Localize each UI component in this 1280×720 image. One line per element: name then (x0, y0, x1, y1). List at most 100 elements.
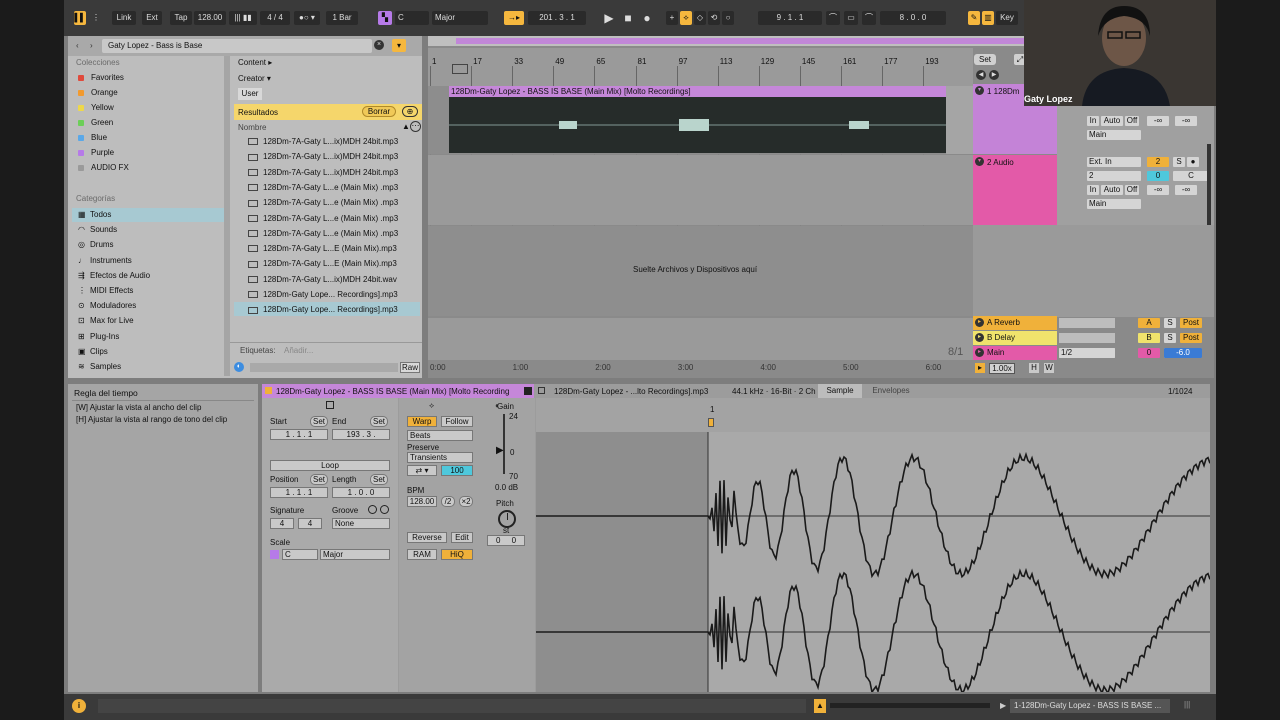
groove-commit-icon[interactable] (380, 505, 389, 514)
stop-icon[interactable]: ■ (621, 11, 635, 25)
punch-in-icon[interactable]: ⌒ (826, 11, 840, 25)
return-fold-icon[interactable]: ▸ (975, 348, 984, 357)
t2-send-a[interactable]: -∞ (1147, 185, 1169, 195)
track2-header[interactable]: ▾ 2 Audio (973, 155, 1057, 225)
collection-item[interactable]: AUDIO FX (78, 161, 129, 175)
tags-input[interactable]: Añadir... (284, 346, 313, 355)
hiq-button[interactable]: HiQ (441, 549, 473, 560)
tab-envelopes[interactable]: Envelopes (868, 384, 914, 398)
category-item[interactable]: ⇶ Efectos de Audio (78, 269, 150, 283)
session-record-icon[interactable]: ◇ (694, 11, 706, 25)
key-select[interactable]: C (395, 11, 429, 25)
filter-icon[interactable]: ▾ (392, 39, 406, 52)
t1-send-b[interactable]: -∞ (1175, 116, 1197, 126)
return-track-header[interactable]: ▸ A Reverb (973, 316, 1057, 330)
return-track-header[interactable]: ▸ B Delay (973, 331, 1057, 345)
name-column-header[interactable]: Nombre (238, 123, 266, 132)
collection-item[interactable]: Orange (78, 86, 118, 100)
link-button[interactable]: Link (112, 11, 136, 25)
loop-length-field[interactable]: 8 . 0 . 0 (880, 11, 946, 25)
t1-send-a[interactable]: -∞ (1147, 116, 1169, 126)
sig-numerator[interactable]: 4 (270, 518, 294, 529)
track2-fold-icon[interactable]: ▾ (975, 157, 984, 166)
beat-ruler[interactable] (428, 48, 973, 86)
t2-input[interactable]: Ext. In (1087, 157, 1141, 167)
groove-select[interactable]: None (332, 518, 390, 529)
t2-auto[interactable]: Auto (1101, 185, 1123, 195)
view-toggle-icon[interactable]: ▌▌ (74, 11, 86, 25)
return-post[interactable]: Post (1180, 318, 1202, 328)
category-item[interactable]: ⋮ MIDI Effects (78, 284, 133, 298)
file-item[interactable]: 128Dm-7A-Gaty L...ix)MDH 24bit.mp3 (248, 149, 408, 164)
user-filter-tag[interactable]: User (238, 88, 262, 100)
end-field[interactable]: 193 . 3 . (332, 429, 390, 440)
loop-brace-icon[interactable] (452, 64, 468, 74)
preview-waveform[interactable] (250, 363, 398, 372)
meters-icon[interactable]: ||| (1184, 700, 1190, 709)
gain-thumb-icon[interactable]: ▶ (496, 445, 504, 456)
return-letter[interactable]: A (1138, 318, 1160, 328)
menu-icon[interactable]: ⋮ (92, 11, 98, 25)
file-item[interactable]: 128Dm-7A-Gaty L...E (Main Mix).mp3 (248, 241, 408, 256)
file-item[interactable]: 128Dm-7A-Gaty L...e (Main Mix) .mp3 (248, 180, 408, 195)
overdub-icon[interactable]: + (666, 11, 678, 25)
half-tempo-button[interactable]: /2 (441, 496, 455, 507)
double-tempo-button[interactable]: ×2 (459, 496, 473, 507)
start-set[interactable]: Set (310, 416, 328, 427)
t2-output[interactable]: Main (1087, 199, 1141, 209)
file-item[interactable]: 128Dm-7A-Gaty L...e (Main Mix) .mp3 (248, 195, 408, 210)
follow-button[interactable]: Follow (441, 416, 473, 427)
drop-area[interactable]: Suelte Archivos y Dispositivos aquí (428, 226, 973, 316)
t2-pan-c[interactable]: C (1173, 171, 1209, 181)
tempo-nudge-icon[interactable]: ||| ▮▮ (229, 11, 257, 25)
t2-in[interactable]: In (1087, 185, 1099, 195)
tap-tempo-button[interactable]: Tap (170, 11, 192, 25)
return-post[interactable]: Post (1180, 333, 1202, 343)
record-icon[interactable]: ● (640, 11, 654, 25)
set-locator-button[interactable]: Set (974, 54, 996, 65)
follow-icon[interactable]: →▸ (504, 11, 524, 25)
ram-button[interactable]: RAM (407, 549, 437, 560)
arrangement-position[interactable]: 201 . 3 . 1 (528, 11, 586, 25)
groove-icon[interactable] (368, 505, 377, 514)
clear-search-icon[interactable]: × (374, 40, 384, 50)
draw-mode-icon[interactable]: ✎ (968, 11, 980, 25)
warp-button[interactable]: Warp (407, 416, 437, 427)
category-item[interactable]: ⊞ Plug-Ins (78, 330, 119, 344)
t1-auto[interactable]: Auto (1101, 116, 1123, 126)
t2-pan[interactable]: 0 (1147, 171, 1169, 181)
position-set[interactable]: Set (310, 474, 328, 485)
sidebar-scrollbar[interactable] (224, 56, 230, 376)
sig-denominator[interactable]: 4 (298, 518, 322, 529)
collection-item[interactable]: Green (78, 116, 113, 130)
info-icon[interactable]: i (72, 699, 86, 713)
t2-off[interactable]: Off (1125, 185, 1139, 195)
key-map-button[interactable]: Key (996, 11, 1018, 25)
h-icon[interactable]: H (1029, 363, 1039, 373)
prev-locator-icon[interactable]: ◀ (976, 70, 986, 80)
category-item[interactable]: ◠ Sounds (78, 223, 117, 237)
category-item[interactable]: ▣ Clips (78, 345, 108, 359)
clip-save-icon[interactable] (524, 387, 532, 395)
return-fold-icon[interactable]: ▸ (975, 333, 984, 342)
return-letter[interactable]: B (1138, 333, 1160, 343)
punch-out-icon[interactable]: ⌒ (862, 11, 876, 25)
envelope-value[interactable]: 100 (441, 465, 473, 476)
preview-icon[interactable]: ◐ (234, 362, 244, 372)
creator-filter[interactable]: Creator ▾ (238, 74, 271, 83)
loop-icon[interactable]: ▭ (844, 11, 858, 25)
file-item[interactable]: 128Dm-7A-Gaty L...e (Main Mix) .mp3 (248, 211, 408, 226)
add-results-icon[interactable]: ⊕ (402, 106, 418, 117)
quantize-select[interactable]: 1 Bar (326, 11, 358, 25)
clip-header[interactable]: 128Dm-Gaty Lopez - BASS IS BASE (Main Mi… (449, 86, 946, 97)
collection-item[interactable]: Yellow (78, 101, 114, 115)
file-item[interactable]: 128Dm-7A-Gaty L...E (Main Mix).mp3 (248, 256, 408, 271)
category-item[interactable]: ♩ Instruments (78, 254, 132, 268)
metronome-icon[interactable]: ●○ ▾ (294, 11, 320, 25)
file-item[interactable]: 128Dm-Gaty Lope... Recordings].mp3 (248, 302, 408, 317)
category-item[interactable]: ⊙ Moduladores (78, 299, 136, 313)
tempo-field[interactable]: 128.00 (194, 11, 226, 25)
return-volume[interactable] (1059, 318, 1115, 328)
scale-toggle-icon[interactable] (270, 550, 279, 559)
file-item[interactable]: 128Dm-7A-Gaty L...ix)MDH 24bit.wav (248, 272, 408, 287)
